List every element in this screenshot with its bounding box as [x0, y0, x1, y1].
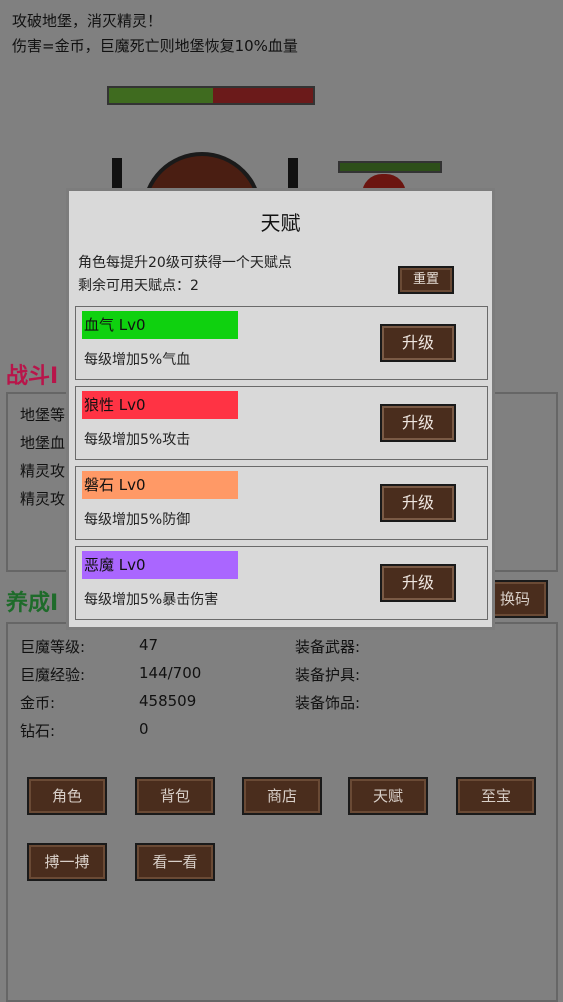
castle-sprite	[112, 148, 302, 212]
stat-label: 金币:	[20, 694, 56, 712]
talent-desc: 每级增加5%暴击伤害	[84, 592, 219, 608]
castle-hp-fill	[109, 88, 214, 103]
equip-weapon-label: 装备武器:	[295, 638, 361, 656]
talent-card: 恶魔 Lv0 每级增加5%暴击伤害 升级	[75, 546, 488, 620]
upgrade-button[interactable]: 升级	[380, 484, 456, 522]
talent-name: 血气 Lv0	[82, 311, 238, 339]
upgrade-button[interactable]: 升级	[380, 324, 456, 362]
shop-button[interactable]: 商店	[242, 777, 322, 815]
talent-card: 狼性 Lv0 每级增加5%攻击 升级	[75, 386, 488, 460]
talent-name: 狼性 Lv0	[82, 391, 238, 419]
battle-row: 地堡血	[20, 434, 66, 452]
dialog-title: 天赋	[260, 211, 301, 235]
talent-name: 恶魔 Lv0	[82, 551, 238, 579]
talent-card: 血气 Lv0 每级增加5%气血 升级	[75, 306, 488, 380]
stat-label: 巨魔经验:	[20, 666, 86, 684]
talent-name: 磐石 Lv0	[82, 471, 238, 499]
talent-desc: 每级增加5%气血	[84, 352, 191, 368]
battle-row: 精灵攻	[20, 490, 66, 508]
stat-value: 0	[139, 720, 149, 738]
talent-info-rule: 角色每提升20级可获得一个天赋点	[78, 255, 292, 271]
stat-value: 144/700	[139, 664, 202, 682]
talent-desc: 每级增加5%防御	[84, 512, 191, 528]
gamble-button[interactable]: 搏一搏	[27, 843, 107, 881]
talent-dialog: 天赋 角色每提升20级可获得一个天赋点 剩余可用天赋点：2 重置 血气 Lv0 …	[66, 188, 495, 630]
watch-button[interactable]: 看一看	[135, 843, 215, 881]
battle-section-title: 战斗I	[6, 364, 59, 389]
talent-button[interactable]: 天赋	[348, 777, 428, 815]
battle-row: 地堡等	[20, 406, 66, 424]
upgrade-button[interactable]: 升级	[380, 404, 456, 442]
talent-card: 磐石 Lv0 每级增加5%防御 升级	[75, 466, 488, 540]
equip-accessory-label: 装备饰品:	[295, 694, 361, 712]
redeem-code-button[interactable]: 换码	[490, 580, 548, 618]
stat-value: 458509	[139, 692, 197, 710]
role-button[interactable]: 角色	[27, 777, 107, 815]
stat-label: 钻石:	[20, 722, 56, 740]
treasure-button[interactable]: 至宝	[456, 777, 536, 815]
objective-text: 攻破地堡，消灭精灵！	[12, 12, 163, 30]
elf-hp-bar	[338, 161, 442, 173]
bag-button[interactable]: 背包	[135, 777, 215, 815]
battle-row: 精灵攻	[20, 462, 66, 480]
reset-button[interactable]: 重置	[398, 266, 454, 294]
castle-hp-bar	[107, 86, 315, 105]
talent-desc: 每级增加5%攻击	[84, 432, 191, 448]
equip-armor-label: 装备护具:	[295, 666, 361, 684]
stat-value: 47	[139, 636, 159, 654]
stat-label: 巨魔等级:	[20, 638, 86, 656]
rule-text: 伤害=金币，巨魔死亡则地堡恢复10%血量	[12, 37, 298, 55]
upgrade-button[interactable]: 升级	[380, 564, 456, 602]
develop-section-title: 养成I	[6, 591, 59, 616]
talent-points-remaining: 剩余可用天赋点：2	[78, 278, 199, 294]
